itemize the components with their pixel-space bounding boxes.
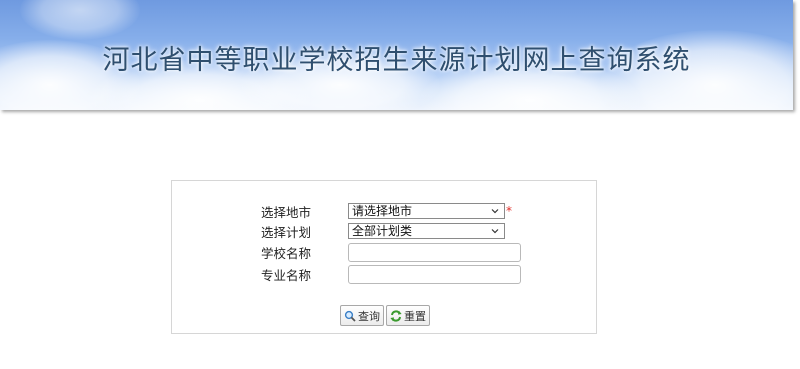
reset-button-label: 重置 <box>404 309 426 323</box>
city-label: 选择地市 <box>260 204 311 220</box>
plan-select[interactable]: 全部计划类 <box>348 223 505 239</box>
plan-select-value: 全部计划类 <box>352 224 413 238</box>
city-select-value: 请选择地市 <box>352 204 413 218</box>
reset-button[interactable]: 重置 <box>386 305 430 326</box>
chevron-down-icon <box>491 209 499 214</box>
refresh-icon <box>390 309 402 322</box>
plan-label: 选择计划 <box>260 224 311 240</box>
header-banner: 河北省中等职业学校招生来源计划网上查询系统 <box>0 0 793 110</box>
cloud-decoration <box>20 0 140 40</box>
major-name-input[interactable] <box>348 264 521 284</box>
magnifier-icon <box>344 310 356 322</box>
school-label: 学校名称 <box>260 245 311 261</box>
school-name-input[interactable] <box>348 242 521 262</box>
banner-title: 河北省中等职业学校招生来源计划网上查询系统 <box>102 45 691 76</box>
query-button[interactable]: 查询 <box>340 305 384 326</box>
required-mark: * <box>506 204 512 218</box>
major-label: 专业名称 <box>260 267 311 283</box>
city-select[interactable]: 请选择地市 <box>348 203 505 219</box>
chevron-down-icon <box>491 229 499 234</box>
query-form-panel: 选择地市 请选择地市 * 选择计划 全部计划类 学校名称 专业名称 查询 重置 <box>171 180 597 334</box>
query-button-label: 查询 <box>358 309 380 323</box>
